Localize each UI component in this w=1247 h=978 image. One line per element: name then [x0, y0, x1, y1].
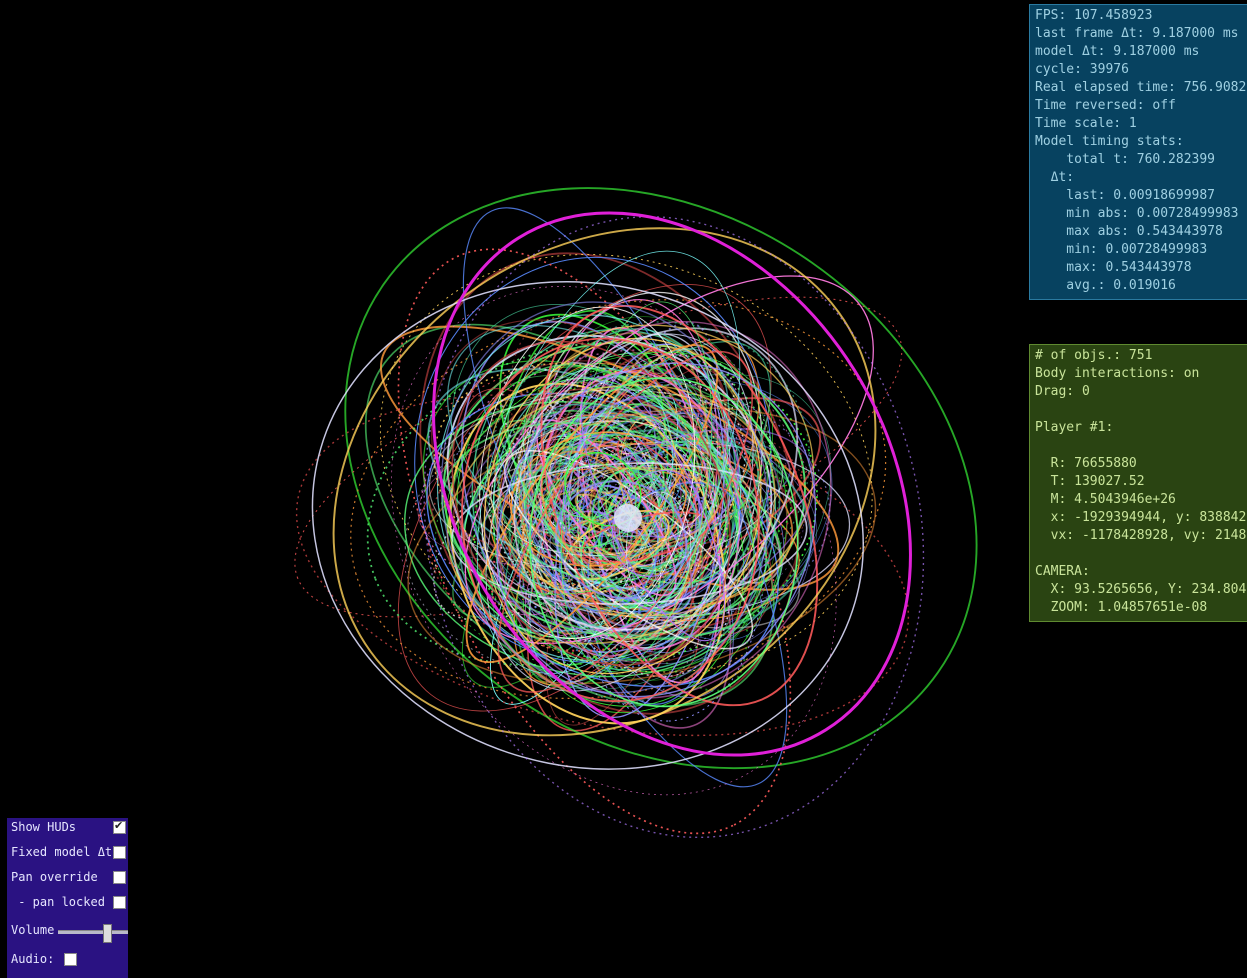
fixed-dt-checkbox[interactable] — [113, 846, 126, 859]
timing-stats-hud: FPS: 107.458923 last frame Δt: 9.187000 m… — [1029, 4, 1247, 300]
objects-hud-line: Body interactions: on — [1035, 366, 1200, 381]
objects-hud-line: Player #1: — [1035, 420, 1114, 435]
objects-hud-line: M: 4.5043946e+26 — [1035, 492, 1176, 507]
volume-label: Volume — [11, 923, 55, 937]
objects-hud-line: x: -1929394944, y: 838842 — [1035, 510, 1247, 525]
timing-hud-line: FPS: 107.458923 — [1035, 8, 1153, 23]
timing-hud-line: model Δt: 9.187000 ms — [1035, 44, 1200, 59]
objects-stats-hud: # of objs.: 751 Body interactions: on Drag… — [1029, 344, 1247, 622]
orbit-trail — [311, 281, 864, 770]
objects-hud-line — [1035, 401, 1247, 419]
central-cluster — [614, 504, 642, 532]
objects-hud-line: vx: -1178428928, vy: 2148 — [1035, 528, 1247, 543]
timing-hud-line: Time reversed: off — [1035, 98, 1176, 113]
timing-hud-line: Δt: — [1035, 170, 1075, 185]
fixed-dt-row: Fixed model Δt — [7, 843, 128, 863]
timing-hud-line: Real elapsed time: 756.9082 — [1035, 80, 1247, 95]
timing-hud-line: cycle: 39976 — [1035, 62, 1129, 77]
pan-locked-label: - pan locked — [11, 895, 105, 909]
audio-checkbox[interactable] — [64, 953, 77, 966]
volume-slider[interactable] — [58, 924, 128, 943]
timing-hud-line: Model timing stats: — [1035, 134, 1184, 149]
timing-hud-line: Time scale: 1 — [1035, 116, 1137, 131]
pan-override-label: Pan override — [11, 870, 98, 884]
timing-hud-line: max abs: 0.543443978 — [1035, 224, 1223, 239]
pan-override-row: Pan override — [7, 868, 128, 888]
objects-hud-line: ZOOM: 1.04857651e-08 — [1035, 600, 1208, 615]
audio-row: Audio: — [7, 950, 128, 970]
show-huds-row: Show HUDs — [7, 818, 128, 838]
objects-hud-line: R: 76655880 — [1035, 456, 1137, 471]
timing-hud-line: min: 0.00728499983 — [1035, 242, 1208, 257]
timing-hud-line: last: 0.00918699987 — [1035, 188, 1216, 203]
volume-row: Volume — [7, 921, 128, 943]
orbit-trails — [294, 187, 978, 839]
timing-hud-line: avg.: 0.019016 — [1035, 278, 1176, 293]
show-huds-label: Show HUDs — [11, 820, 77, 834]
timing-hud-line: total t: 760.282399 — [1035, 152, 1216, 167]
timing-hud-line: last frame Δt: 9.187000 ms — [1035, 26, 1239, 41]
timing-hud-line: max: 0.543443978 — [1035, 260, 1192, 275]
objects-hud-line — [1035, 437, 1247, 455]
fixed-dt-label: Fixed model Δt — [11, 845, 113, 859]
audio-label: Audio: — [11, 952, 55, 966]
objects-hud-line: # of objs.: 751 — [1035, 348, 1153, 363]
objects-hud-line: Drag: 0 — [1035, 384, 1090, 399]
pan-locked-checkbox[interactable] — [113, 896, 126, 909]
pan-override-checkbox[interactable] — [113, 871, 126, 884]
pan-locked-row: - pan locked — [7, 893, 128, 913]
show-huds-checkbox[interactable] — [113, 819, 126, 834]
timing-hud-line: min abs: 0.00728499983 — [1035, 206, 1239, 221]
objects-hud-line: X: 93.5265656, Y: 234.804 — [1035, 582, 1247, 597]
controls-panel: Show HUDs Fixed model Δt Pan override - … — [7, 818, 128, 978]
objects-hud-line — [1035, 545, 1247, 563]
volume-slider-thumb[interactable] — [103, 924, 112, 943]
objects-hud-line: T: 139027.52 — [1035, 474, 1145, 489]
objects-hud-line: CAMERA: — [1035, 564, 1090, 579]
